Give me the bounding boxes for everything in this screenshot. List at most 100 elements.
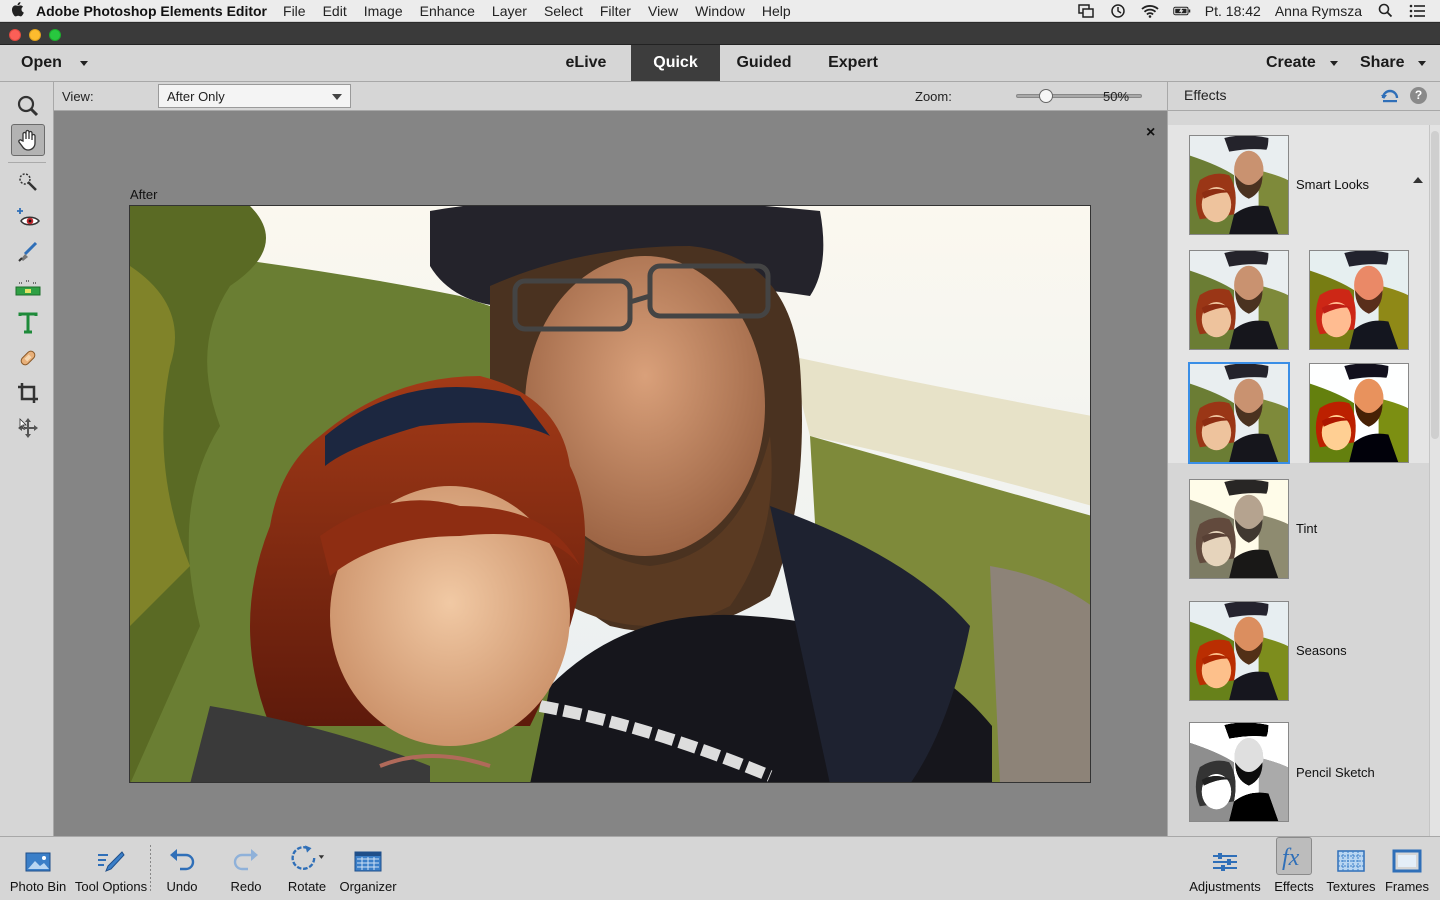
effects-panel-header: Effects ?: [1168, 82, 1440, 111]
magic-wand-icon: [19, 173, 37, 191]
textures-icon: [1337, 850, 1365, 872]
menu-edit[interactable]: Edit: [323, 3, 347, 19]
screen-mirroring-icon[interactable]: [1077, 3, 1095, 18]
menu-image[interactable]: Image: [364, 3, 403, 19]
red-eye-tool[interactable]: [11, 202, 45, 234]
type-icon: [18, 312, 38, 334]
effect-category-label[interactable]: Pencil Sketch: [1296, 765, 1375, 780]
frames-button[interactable]: Frames: [1384, 837, 1430, 900]
tool-separator: [8, 162, 46, 163]
crop-tool[interactable]: [11, 377, 45, 409]
magnifier-icon: [17, 95, 39, 117]
button-label: Undo: [166, 879, 198, 894]
tool-options-icon: [98, 851, 125, 872]
effects-scrollbar[interactable]: [1429, 125, 1440, 836]
textures-button[interactable]: Textures: [1326, 837, 1376, 900]
effects-panel-title: Effects: [1184, 87, 1227, 103]
time-machine-icon[interactable]: [1109, 3, 1127, 18]
help-icon[interactable]: ?: [1410, 87, 1427, 104]
effect-thumbnail[interactable]: [1189, 250, 1289, 350]
menu-layer[interactable]: Layer: [492, 3, 527, 19]
effect-thumbnail-selected[interactable]: [1188, 362, 1290, 464]
menu-filter[interactable]: Filter: [600, 3, 631, 19]
effect-thumbnail[interactable]: [1189, 722, 1289, 822]
move-tool[interactable]: [11, 412, 45, 444]
effect-category-label[interactable]: Seasons: [1296, 643, 1347, 658]
rotate-button[interactable]: Rotate: [284, 837, 330, 900]
tab-elive[interactable]: eLive: [552, 45, 620, 81]
effect-category-label[interactable]: Smart Looks: [1296, 177, 1369, 192]
menu-view[interactable]: View: [648, 3, 678, 19]
menu-help[interactable]: Help: [762, 3, 791, 19]
effects-button[interactable]: fx Effects: [1270, 837, 1318, 900]
spotlight-search-icon[interactable]: [1376, 3, 1394, 18]
rotate-icon: [291, 845, 325, 870]
open-label: Open: [21, 54, 62, 71]
photo-illustration: [130, 206, 1090, 782]
bandage-icon: [20, 350, 36, 366]
menu-enhance[interactable]: Enhance: [420, 3, 475, 19]
notification-center-icon[interactable]: [1408, 4, 1426, 18]
organizer-button[interactable]: Organizer: [338, 837, 398, 900]
button-label: Redo: [230, 879, 262, 894]
undo-button[interactable]: Undo: [158, 837, 206, 900]
button-label: Photo Bin: [9, 879, 67, 894]
whiten-teeth-tool[interactable]: [11, 236, 45, 268]
tab-expert[interactable]: Expert: [815, 45, 891, 81]
after-label: After: [130, 187, 158, 202]
adjustments-button[interactable]: Adjustments: [1188, 837, 1262, 900]
tab-guided[interactable]: Guided: [728, 45, 800, 81]
reset-panel-icon[interactable]: [1380, 87, 1400, 108]
view-select-value: After Only: [167, 89, 225, 104]
button-label: Frames: [1384, 879, 1430, 894]
adjustments-icon: [1213, 853, 1237, 871]
straighten-tool[interactable]: [11, 272, 45, 304]
zoom-value[interactable]: 50%: [1103, 89, 1129, 104]
effect-thumbnail[interactable]: [1189, 135, 1289, 235]
button-label: Rotate: [287, 879, 327, 894]
effects-fx-icon: fx: [1282, 845, 1300, 871]
window-minimize-button[interactable]: [29, 29, 41, 41]
menu-window[interactable]: Window: [695, 3, 745, 19]
button-label: Textures: [1326, 879, 1376, 894]
user-name[interactable]: Anna Rymsza: [1275, 3, 1362, 19]
wifi-icon[interactable]: [1141, 4, 1159, 18]
zoom-tool[interactable]: [11, 90, 45, 122]
open-button[interactable]: Open: [21, 45, 88, 81]
tab-quick[interactable]: Quick: [631, 45, 720, 81]
chevron-up-icon[interactable]: [1413, 177, 1423, 183]
window-zoom-button[interactable]: [49, 29, 61, 41]
effect-thumbnail[interactable]: [1189, 601, 1289, 701]
hand-tool[interactable]: [11, 124, 45, 156]
menu-file[interactable]: File: [283, 3, 306, 19]
spot-healing-tool[interactable]: [11, 342, 45, 374]
button-label: Tool Options: [74, 879, 148, 894]
photo-bin-icon: [25, 852, 51, 872]
effect-thumbnail[interactable]: [1189, 479, 1289, 579]
type-tool[interactable]: [11, 307, 45, 339]
close-icon[interactable]: ×: [1146, 124, 1155, 142]
create-button[interactable]: Create: [1266, 45, 1338, 81]
scrollbar-thumb[interactable]: [1431, 131, 1439, 439]
window-close-button[interactable]: [9, 29, 21, 41]
photo-image[interactable]: [129, 205, 1091, 783]
effect-category-label[interactable]: Tint: [1296, 521, 1317, 536]
effect-thumbnail[interactable]: [1309, 363, 1409, 463]
effect-thumbnail[interactable]: [1309, 250, 1409, 350]
menu-select[interactable]: Select: [544, 3, 583, 19]
button-label: Effects: [1274, 879, 1314, 894]
clock[interactable]: Pt. 18:42: [1205, 3, 1261, 19]
share-label: Share: [1360, 54, 1405, 71]
zoom-slider-handle[interactable]: [1039, 89, 1053, 103]
battery-icon[interactable]: [1173, 4, 1191, 18]
view-label: View:: [62, 89, 94, 104]
redo-button[interactable]: Redo: [222, 837, 270, 900]
app-name[interactable]: Adobe Photoshop Elements Editor: [36, 3, 267, 19]
quick-selection-tool[interactable]: [11, 166, 45, 198]
redo-icon: [233, 849, 258, 871]
tool-options-button[interactable]: Tool Options: [74, 837, 148, 900]
view-select[interactable]: After Only: [158, 84, 351, 108]
share-button[interactable]: Share: [1360, 45, 1427, 81]
apple-menu-icon[interactable]: [0, 1, 36, 21]
photo-bin-button[interactable]: Photo Bin: [6, 837, 70, 900]
